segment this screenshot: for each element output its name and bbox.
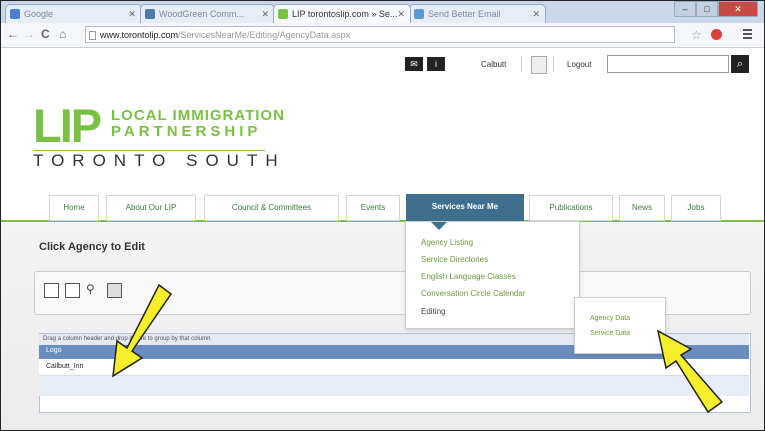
annotation-arrow-right — [656, 329, 724, 414]
browser-window: Google ✕ WoodGreen Comm... ✕ LIP toronto… — [0, 0, 765, 431]
tab-label: LIP torontoslip.com » Se... — [292, 9, 398, 19]
tab-torontolip[interactable]: LIP torontoslip.com » Se... ✕ — [273, 4, 411, 23]
annotation-arrows — [112, 283, 724, 414]
close-icon[interactable]: ✕ — [397, 5, 405, 23]
annotation-arrow-left — [112, 283, 173, 378]
lip-favicon-icon — [278, 9, 288, 19]
